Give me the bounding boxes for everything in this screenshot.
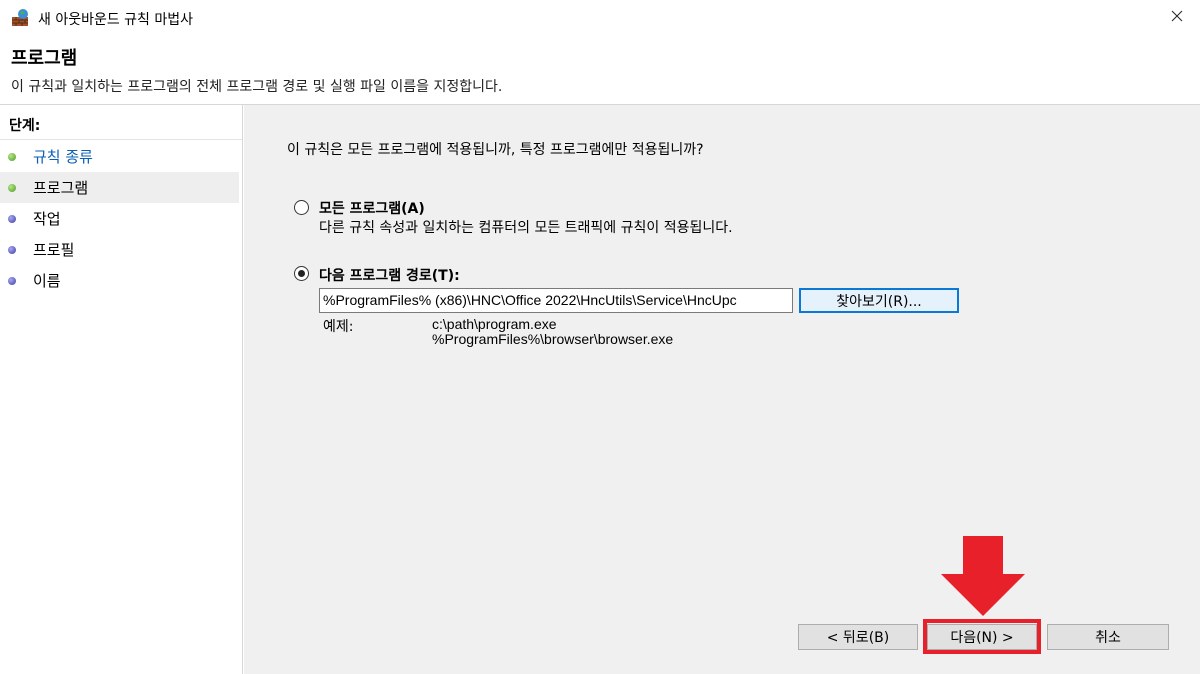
step-pending-icon bbox=[8, 276, 16, 285]
wizard-header: 프로그램 이 규칙과 일치하는 프로그램의 전체 프로그램 경로 및 실행 파일… bbox=[0, 36, 1200, 104]
sidebar-item-label: 프로필 bbox=[33, 241, 75, 259]
step-pending-icon bbox=[8, 245, 16, 254]
step-done-icon bbox=[8, 152, 16, 161]
scope-question: 이 규칙은 모든 프로그램에 적용됩니까, 특정 프로그램에만 적용됩니까? bbox=[287, 142, 704, 158]
step-pending-icon bbox=[8, 214, 16, 223]
page-description: 이 규칙과 일치하는 프로그램의 전체 프로그램 경로 및 실행 파일 이름을 … bbox=[11, 79, 503, 95]
cancel-button[interactable]: 취소 bbox=[1047, 624, 1169, 650]
steps-label: 단계: bbox=[9, 118, 41, 134]
step-current-icon bbox=[8, 183, 16, 192]
steps-sidebar: 단계: 규칙 종류 프로그램 작업 프로필 이름 bbox=[0, 105, 243, 674]
all-programs-radio[interactable] bbox=[294, 200, 309, 215]
example-line: c:\path\program.exe bbox=[432, 316, 557, 332]
window-title: 새 아웃바운드 규칙 마법사 bbox=[38, 12, 194, 28]
title-bar: 새 아웃바운드 규칙 마법사 bbox=[0, 0, 1200, 36]
sidebar-item-name: 이름 bbox=[0, 265, 239, 296]
example-line: %ProgramFiles%\browser\browser.exe bbox=[432, 331, 674, 347]
back-button[interactable]: < 뒤로(B) bbox=[798, 624, 918, 650]
sidebar-item-label: 이름 bbox=[33, 272, 61, 290]
example-label: 예제: bbox=[323, 319, 354, 335]
firewall-wizard-icon bbox=[11, 8, 31, 28]
page-title: 프로그램 bbox=[11, 48, 78, 69]
next-button-highlight bbox=[923, 619, 1041, 654]
program-path-radio[interactable] bbox=[294, 266, 309, 281]
sidebar-item-label: 작업 bbox=[33, 210, 61, 228]
sidebar-item-action: 작업 bbox=[0, 203, 239, 234]
sidebar-item-profile: 프로필 bbox=[0, 234, 239, 265]
program-path-label[interactable]: 다음 프로그램 경로(T): bbox=[319, 265, 460, 285]
all-programs-label[interactable]: 모든 프로그램(A) bbox=[319, 198, 425, 218]
sidebar-item-label: 프로그램 bbox=[33, 179, 89, 197]
close-button[interactable] bbox=[1154, 0, 1200, 36]
main-panel: 이 규칙은 모든 프로그램에 적용됩니까, 특정 프로그램에만 적용됩니까? 모… bbox=[244, 105, 1200, 674]
sidebar-item-program[interactable]: 프로그램 bbox=[0, 172, 239, 203]
all-programs-description: 다른 규칙 속성과 일치하는 컴퓨터의 모든 트래픽에 규칙이 적용됩니다. bbox=[319, 220, 733, 236]
sidebar-item-label: 규칙 종류 bbox=[33, 148, 93, 166]
close-icon bbox=[1171, 10, 1183, 26]
arrow-down-icon bbox=[941, 536, 1025, 616]
browse-button[interactable]: 찾아보기(R)... bbox=[799, 288, 959, 313]
steps-divider bbox=[0, 139, 242, 140]
sidebar-item-rule-type[interactable]: 규칙 종류 bbox=[0, 141, 239, 172]
program-path-input[interactable]: %ProgramFiles% (x86)\HNC\Office 2022\Hnc… bbox=[319, 288, 793, 313]
